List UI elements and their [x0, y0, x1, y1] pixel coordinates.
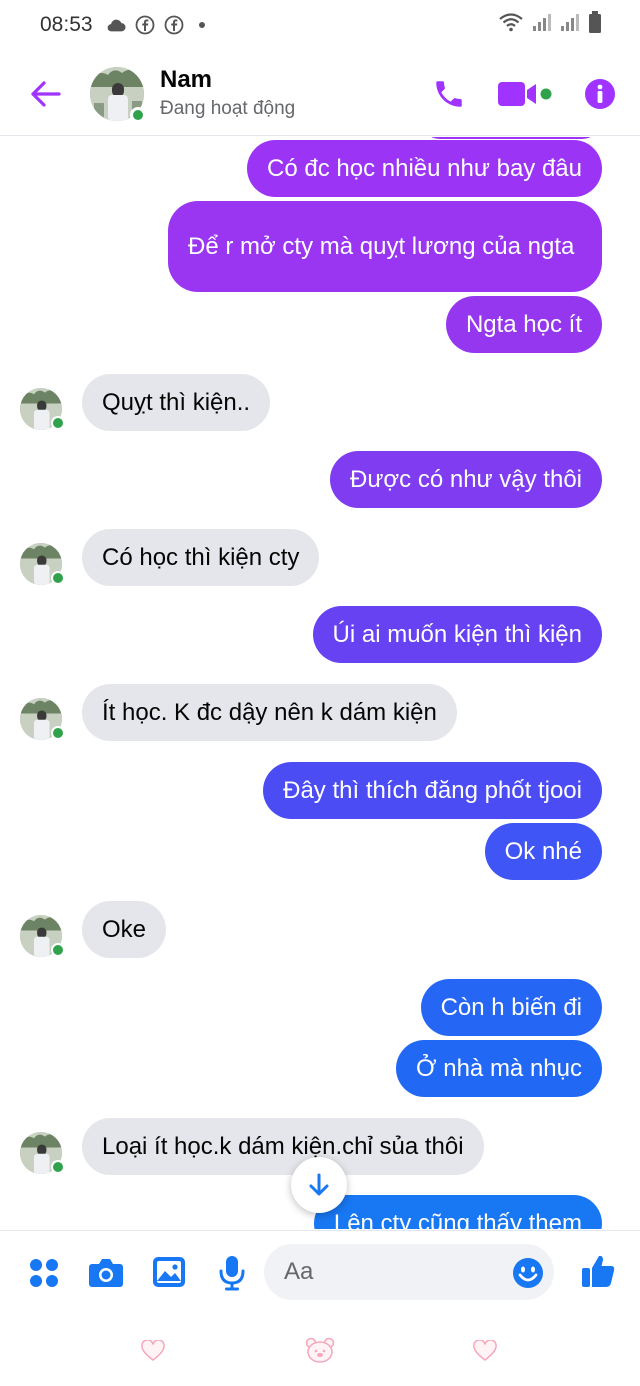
contact-avatar[interactable] — [90, 66, 146, 123]
message-text: Có đc học nhiều như bay đâu — [267, 154, 582, 182]
info-button[interactable] — [584, 78, 616, 110]
facebook-icon — [135, 15, 155, 35]
cloud-icon — [106, 15, 126, 35]
message-composer — [0, 1230, 640, 1314]
online-indicator — [130, 106, 146, 123]
message-bubble-incoming[interactable]: Ít học. K đc dậy nên k dám kiện — [82, 684, 457, 741]
bear-icon — [305, 1337, 335, 1363]
message-bubble-outgoing[interactable]: Ngta học ít — [445, 296, 602, 353]
online-indicator — [51, 416, 65, 430]
message-text: Oke — [102, 915, 147, 943]
facebook-icon — [164, 15, 184, 35]
call-button[interactable] — [432, 77, 466, 111]
status-bar: 08:53 — [0, 0, 640, 50]
back-button[interactable] — [14, 63, 76, 125]
message-bubble-outgoing[interactable]: Lên cty cũng thấy them — [313, 1195, 602, 1229]
dot-icon — [198, 22, 205, 28]
message-text: Lên cty cũng thấy them — [333, 1210, 582, 1229]
message-text: Loại ít học.k dám kiện.chỉ sủa thôi — [102, 1132, 464, 1160]
microphone-icon — [219, 1256, 245, 1291]
status-right — [498, 11, 602, 39]
message-bubble-outgoing[interactable]: Để r mở cty mà quỵt lương của ngta — [168, 201, 602, 292]
battery-icon — [588, 11, 602, 39]
message-bubble-outgoing[interactable]: Đây thì thích đăng phốt tjooi — [263, 762, 602, 819]
conversation-header: Nam Đang hoạt động — [0, 52, 640, 136]
like-button[interactable] — [580, 1253, 616, 1289]
message-bubble-incoming[interactable]: Loại ít học.k dám kiện.chỉ sủa thôi — [82, 1118, 484, 1175]
camera-icon — [89, 1259, 123, 1287]
contact-avatar-small[interactable] — [20, 543, 65, 585]
message-bubble-outgoing[interactable]: Còn h biến đi — [420, 979, 602, 1036]
message-text: Còn h biến đi — [440, 993, 582, 1021]
message-bubble-incoming[interactable]: Oke — [82, 901, 167, 958]
contact-status: Đang hoạt động — [160, 97, 296, 119]
voice-message-button[interactable] — [218, 1255, 246, 1291]
image-icon — [153, 1257, 185, 1287]
gallery-button[interactable] — [152, 1256, 186, 1288]
message-text: Có học thì kiện cty — [102, 543, 300, 571]
contact-avatar-small[interactable] — [20, 698, 65, 740]
contact-avatar-small[interactable] — [20, 915, 65, 957]
back-arrow-icon — [31, 80, 61, 107]
scroll-to-bottom-button[interactable] — [291, 1157, 347, 1213]
signal-icon — [560, 12, 580, 38]
emoji-icon — [513, 1258, 543, 1288]
message-bubble-outgoing[interactable]: Được có như vậy thôi — [330, 451, 602, 508]
wifi-icon — [498, 12, 524, 38]
online-indicator — [51, 943, 65, 957]
partial-message-bubble — [420, 137, 602, 139]
heart-icon — [141, 1340, 165, 1361]
menu-dots-icon — [30, 1259, 58, 1287]
camera-button[interactable] — [88, 1256, 124, 1288]
online-indicator — [51, 726, 65, 740]
contact-avatar-small[interactable] — [20, 388, 65, 430]
message-text: Ít học. K đc dậy nên k dám kiện — [102, 698, 437, 726]
message-text: Được có như vậy thôi — [350, 465, 582, 493]
info-icon — [585, 78, 615, 109]
signal-icon — [532, 12, 552, 38]
message-bubble-outgoing[interactable]: Ở nhà mà nhục — [395, 1040, 602, 1097]
message-bubble-outgoing[interactable]: Có đc học nhiều như bay đâu — [247, 140, 602, 197]
video-camera-icon — [498, 81, 552, 106]
contact-avatar-small[interactable] — [20, 1132, 65, 1174]
message-bubble-incoming[interactable]: Quỵt thì kiện.. — [82, 374, 271, 431]
message-input[interactable] — [264, 1244, 554, 1300]
video-call-button[interactable] — [496, 79, 554, 109]
header-actions — [432, 77, 616, 111]
message-text: Ở nhà mà nhục — [415, 1054, 582, 1082]
message-text: Ok nhé — [504, 837, 582, 865]
status-time: 08:53 — [40, 13, 93, 36]
contact-info[interactable]: Nam Đang hoạt động — [160, 66, 295, 122]
online-indicator — [51, 1160, 65, 1174]
message-text: Quỵt thì kiện.. — [102, 388, 251, 416]
thumbs-up-icon — [582, 1255, 615, 1287]
arrow-down-icon — [309, 1173, 329, 1196]
contact-name: Nam — [160, 65, 213, 93]
online-indicator — [51, 571, 65, 585]
message-text: Đây thì thích đăng phốt tjooi — [283, 776, 582, 804]
status-left: 08:53 — [40, 13, 205, 37]
message-bubble-outgoing[interactable]: Ok nhé — [484, 823, 602, 880]
message-bubble-outgoing[interactable]: Úi ai muốn kiện thì kiện — [312, 606, 602, 663]
message-list[interactable]: Có đc học nhiều như bay đâu Để r mở cty … — [0, 137, 640, 1229]
bottom-decoration-bar — [0, 1314, 640, 1386]
emoji-button[interactable] — [512, 1257, 544, 1289]
message-text: Để r mở cty mà quỵt lương của ngta — [188, 232, 575, 260]
message-text: Úi ai muốn kiện thì kiện — [332, 620, 582, 648]
message-text: Ngta học ít — [465, 310, 582, 338]
message-bubble-incoming[interactable]: Có học thì kiện cty — [82, 529, 320, 586]
heart-icon — [473, 1340, 497, 1361]
phone-icon — [436, 80, 462, 107]
more-actions-button[interactable] — [28, 1257, 60, 1289]
